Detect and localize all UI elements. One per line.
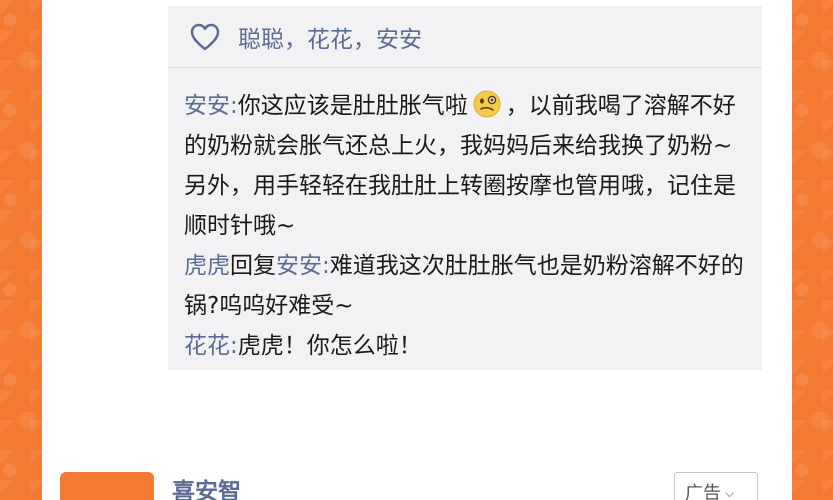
right-decorative-border bbox=[792, 0, 833, 500]
reply-user[interactable]: 虎虎 bbox=[184, 253, 230, 279]
thinking-face-icon bbox=[473, 90, 501, 118]
likes-row: 聪聪，花花，安安 bbox=[168, 6, 762, 68]
reply-user[interactable]: 安安 bbox=[184, 93, 230, 119]
reply-text: 虎虎！你怎么啦！ bbox=[237, 333, 422, 359]
ad-name[interactable]: 喜安智 bbox=[172, 472, 241, 500]
ad-logo[interactable] bbox=[60, 472, 154, 500]
reply-item[interactable]: 虎虎回复安安:难道我这次肚肚胀气也是奶粉溶解不好的锅?呜呜好难受~ bbox=[184, 246, 752, 326]
ad-badge-button[interactable]: 广告 ⌵ bbox=[674, 472, 758, 500]
article-page: 聪聪，花花，安安 安安:你这应该是肚肚胀气啦 ，以前我喝了溶解不好的奶粉就会胀气… bbox=[42, 0, 792, 500]
reply-item[interactable]: 安安:你这应该是肚肚胀气啦 ，以前我喝了溶解不好的奶粉就会胀气还总上火，我妈妈后… bbox=[184, 86, 752, 246]
likers-list[interactable]: 聪聪，花花，安安 bbox=[238, 20, 422, 54]
reply-item[interactable]: 花花:虎虎！你怎么啦！ bbox=[184, 326, 752, 366]
reply-target-user[interactable]: 安安 bbox=[276, 253, 322, 279]
chevron-down-icon: ⌵ bbox=[725, 486, 735, 500]
comment-section: 聪聪，花花，安安 安安:你这应该是肚肚胀气啦 ，以前我喝了溶解不好的奶粉就会胀气… bbox=[168, 6, 762, 370]
left-decorative-border bbox=[0, 0, 42, 500]
reply-list: 安安:你这应该是肚肚胀气啦 ，以前我喝了溶解不好的奶粉就会胀气还总上火，我妈妈后… bbox=[168, 68, 752, 366]
ad-card[interactable]: 喜安智 广告 ⌵ bbox=[60, 470, 770, 500]
reply-user[interactable]: 花花 bbox=[184, 333, 230, 359]
heart-icon[interactable] bbox=[190, 23, 220, 51]
reply-text: 你这应该是肚肚胀气啦 bbox=[237, 93, 468, 119]
reply-word: 回复 bbox=[230, 253, 276, 279]
ad-badge-label: 广告 bbox=[685, 483, 721, 500]
